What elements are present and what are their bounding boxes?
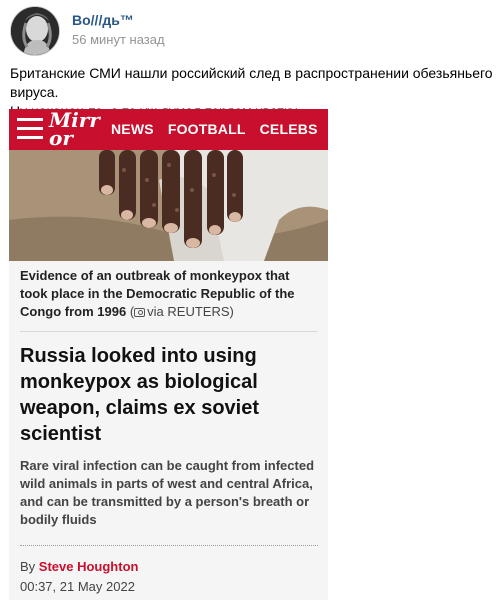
caption-credit-text: via REUTERS) [147, 304, 234, 319]
article-photo [9, 150, 328, 261]
nav-celebs: CELEBS [259, 121, 318, 137]
hand-photo-illustration [9, 150, 328, 261]
nav-football: FOOTBALL [167, 121, 246, 137]
post-header: Во///дь™ 56 минут назад [10, 6, 490, 56]
article-standfirst: Rare viral infection can be caught from … [20, 458, 315, 527]
mirror-navbar: Mirr or NEWS FOOTBALL CELEBS [9, 109, 328, 150]
nav-news: NEWS [111, 121, 154, 137]
mirror-logo: Mirr or [49, 110, 100, 148]
nav-links: NEWS FOOTBALL CELEBS [111, 121, 318, 137]
post-time[interactable]: 56 минут назад [72, 32, 165, 47]
camera-icon [134, 308, 146, 317]
photo-caption: Evidence of an outbreak of monkeypox tha… [20, 267, 320, 321]
byline-label: By [20, 559, 36, 574]
article-date: 00:37, 21 May 2022 [20, 579, 135, 594]
article-screenshot[interactable]: Mirr or NEWS FOOTBALL CELEBS Evidence of… [9, 109, 328, 600]
article-headline: Russia looked into using monkeypox as bi… [20, 345, 259, 445]
post-text-line-1: Британские СМИ нашли российский след в р… [10, 65, 493, 100]
byline: By Steve Houghton [20, 559, 138, 574]
byline-divider [20, 545, 318, 546]
caption-credit: (via REUTERS) [129, 304, 234, 319]
author-name[interactable]: Во///дь™ [72, 12, 134, 28]
avatar[interactable] [10, 6, 60, 56]
byline-author: Steve Houghton [38, 559, 139, 574]
burger-menu-icon [17, 118, 43, 140]
caption-divider [20, 331, 318, 332]
